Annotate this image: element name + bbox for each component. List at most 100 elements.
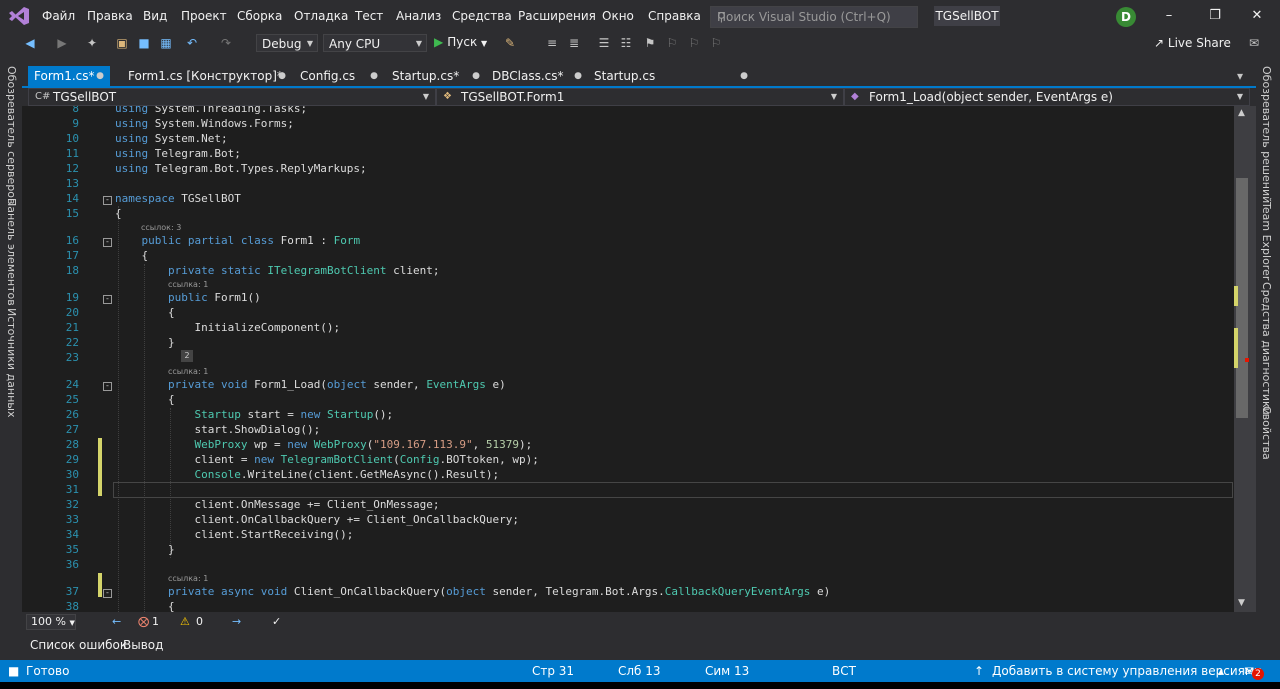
- code-editor[interactable]: 8 9 10 11 12 13 14 15 16 17 18 19 20 21 …: [22, 106, 1234, 612]
- references-lens[interactable]: ссылка: 1: [168, 574, 208, 583]
- server-explorer-tab[interactable]: Обозреватель серверов: [5, 66, 18, 204]
- tab-startup-cs[interactable]: Startup.cs* ●: [386, 66, 486, 86]
- code-line[interactable]: InitializeComponent();: [115, 321, 340, 334]
- visual-studio-logo-icon[interactable]: [8, 6, 30, 26]
- project-dropdown[interactable]: C# TGSellBOT ▼: [28, 88, 436, 106]
- references-lens[interactable]: ссылка: 1: [168, 367, 208, 376]
- menu-edit[interactable]: Правка: [87, 9, 133, 23]
- team-explorer-tab[interactable]: Team Explorer: [1260, 202, 1273, 280]
- tab-overflow-icon[interactable]: ▾: [1232, 68, 1248, 84]
- search-input[interactable]: Поиск Visual Studio (Ctrl+Q) ⚲: [710, 6, 918, 28]
- back-icon[interactable]: ◀: [22, 35, 38, 51]
- collapsed-code-badge[interactable]: 2: [181, 350, 193, 362]
- scroll-up-icon[interactable]: ▲: [1238, 108, 1245, 118]
- data-sources-tab[interactable]: Источники данных: [5, 308, 18, 417]
- run-button[interactable]: ▶ Пуск ▼: [434, 35, 487, 49]
- code-line[interactable]: }: [115, 543, 175, 556]
- feedback-icon[interactable]: ✉: [1246, 35, 1262, 51]
- pin-icon[interactable]: ●: [96, 66, 104, 86]
- previous-issue-icon[interactable]: ←: [112, 615, 121, 628]
- minimize-icon[interactable]: –: [1154, 6, 1184, 26]
- next-bookmark-icon[interactable]: ⚐: [686, 35, 702, 51]
- tab-error-list[interactable]: Список ошибок: [30, 638, 127, 652]
- menu-analyze[interactable]: Анализ: [396, 9, 441, 23]
- prev-bookmark-icon[interactable]: ⚐: [664, 35, 680, 51]
- redo-icon[interactable]: ↷: [218, 35, 234, 51]
- code-line[interactable]: public Form1(): [115, 291, 261, 304]
- clear-bookmarks-icon[interactable]: ⚐: [708, 35, 724, 51]
- browser-link-icon[interactable]: ✎: [502, 35, 518, 51]
- type-dropdown[interactable]: ❖ TGSellBOT.Form1 ▼: [436, 88, 844, 106]
- toolbox-tab[interactable]: Панель элементов: [5, 198, 18, 306]
- step-into-icon[interactable]: ≡: [544, 35, 560, 51]
- code-line[interactable]: Startup start = new Startup();: [115, 408, 393, 421]
- menu-extensions[interactable]: Расширения: [518, 9, 596, 23]
- bookmark-icon[interactable]: ⚑: [642, 35, 658, 51]
- code-line[interactable]: client = new TelegramBotClient(Config.BO…: [115, 453, 538, 466]
- collapse-icon[interactable]: -: [103, 196, 112, 205]
- maximize-icon[interactable]: ❐: [1200, 6, 1230, 26]
- code-line[interactable]: client.OnMessage += Client_OnMessage;: [115, 498, 439, 511]
- code-line[interactable]: Console.WriteLine(client.GetMeAsync().Re…: [115, 468, 499, 481]
- pin-icon[interactable]: ●: [574, 66, 582, 86]
- menu-test[interactable]: Тест: [355, 9, 383, 23]
- save-all-icon[interactable]: ▦: [158, 35, 174, 51]
- tab-form1-cs[interactable]: Form1.cs* ●: [28, 66, 110, 86]
- tab-dbclass-cs[interactable]: DBClass.cs* ●: [486, 66, 588, 86]
- code-line[interactable]: using System.Net;: [115, 132, 228, 145]
- collapse-icon[interactable]: -: [103, 295, 112, 304]
- code-line[interactable]: {: [115, 249, 148, 262]
- tab-output[interactable]: Вывод: [123, 638, 163, 652]
- tab-startup-designer[interactable]: Startup.cs [Конструктор]*●: [588, 66, 754, 103]
- menu-help[interactable]: Справка: [648, 9, 701, 23]
- undo-icon[interactable]: ↶: [184, 35, 200, 51]
- pin-icon[interactable]: ●: [740, 66, 748, 86]
- vertical-scrollbar[interactable]: ▲ ▼: [1234, 106, 1256, 612]
- code-line[interactable]: client.OnCallbackQuery += Client_OnCallb…: [115, 513, 519, 526]
- menu-tools[interactable]: Средства: [452, 9, 512, 23]
- step-over-icon[interactable]: ≣: [566, 35, 582, 51]
- close-icon[interactable]: ✕: [1242, 6, 1272, 26]
- notification-badge[interactable]: 2: [1252, 668, 1264, 680]
- collapse-icon[interactable]: -: [103, 238, 112, 247]
- new-project-icon[interactable]: ✦: [84, 35, 100, 51]
- diagnostic-tools-tab[interactable]: Средства диагностики: [1260, 282, 1273, 415]
- configuration-select[interactable]: Debug ▼: [256, 34, 318, 52]
- code-line[interactable]: namespace TGSellBOT: [115, 192, 241, 205]
- collapse-icon[interactable]: -: [103, 382, 112, 391]
- code-line[interactable]: using Telegram.Bot;: [115, 147, 241, 160]
- pin-icon[interactable]: ●: [278, 66, 286, 86]
- pin-icon[interactable]: ●: [370, 66, 378, 86]
- uncomment-icon[interactable]: ☷: [618, 35, 634, 51]
- warning-icon[interactable]: ⚠: [180, 615, 190, 628]
- references-lens[interactable]: ссылок: 3: [141, 223, 181, 232]
- save-icon[interactable]: ■: [136, 35, 152, 51]
- platform-select[interactable]: Any CPU ▼: [323, 34, 427, 52]
- code-line[interactable]: public partial class Form1 : Form: [115, 234, 361, 247]
- status-insert-mode[interactable]: ВСТ: [832, 664, 856, 678]
- code-line[interactable]: {: [115, 306, 175, 319]
- code-line[interactable]: }: [115, 336, 175, 349]
- menu-project[interactable]: Проект: [181, 9, 227, 23]
- menu-build[interactable]: Сборка: [237, 9, 282, 23]
- error-count[interactable]: 1: [152, 615, 159, 628]
- code-line[interactable]: {: [115, 600, 175, 612]
- code-line[interactable]: start.ShowDialog();: [115, 423, 320, 436]
- live-share-button[interactable]: ↗ Live Share: [1154, 36, 1231, 50]
- code-line[interactable]: private async void Client_OnCallbackQuer…: [115, 585, 830, 598]
- code-line[interactable]: using System.Windows.Forms;: [115, 117, 294, 130]
- next-issue-icon[interactable]: →: [232, 615, 241, 628]
- open-file-icon[interactable]: ▣: [114, 35, 130, 51]
- status-chevron-icon[interactable]: ▴: [1218, 664, 1224, 678]
- menu-window[interactable]: Окно: [602, 9, 634, 23]
- code-line[interactable]: {: [115, 393, 175, 406]
- references-lens[interactable]: ссылка: 1: [168, 280, 208, 289]
- scroll-down-icon[interactable]: ▼: [1238, 598, 1245, 608]
- forward-icon[interactable]: ▶: [54, 35, 70, 51]
- tab-config-cs[interactable]: Config.cs ●: [294, 66, 384, 86]
- code-line[interactable]: private void Form1_Load(object sender, E…: [115, 378, 506, 391]
- code-line[interactable]: private static ITelegramBotClient client…: [115, 264, 440, 277]
- collapse-icon[interactable]: -: [103, 589, 112, 598]
- avatar[interactable]: D: [1116, 7, 1136, 27]
- menu-debug[interactable]: Отладка: [294, 9, 348, 23]
